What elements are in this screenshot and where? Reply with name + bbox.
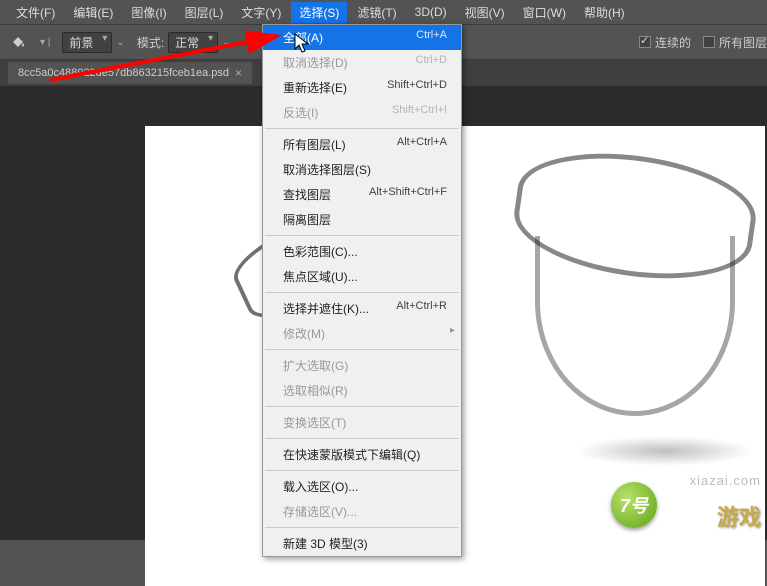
foreground-value[interactable]: 前景 <box>62 32 112 53</box>
menu-edit[interactable]: 编辑(E) <box>65 2 121 23</box>
menu-filter[interactable]: 滤镜(T) <box>349 2 404 23</box>
menu-separator <box>265 292 459 293</box>
all-layers-label: 所有图层 <box>719 34 767 51</box>
menu-file[interactable]: 文件(F) <box>8 2 63 23</box>
close-tab-icon[interactable]: × <box>235 66 242 80</box>
menu-item-label: 焦点区域(U)... <box>283 268 358 285</box>
all-layers-checkbox[interactable]: 所有图层 <box>703 34 767 51</box>
menu-item-label: 载入选区(O)... <box>283 478 358 495</box>
chevron-down-icon: ⌄ <box>116 37 124 48</box>
menu-item[interactable]: 取消选择图层(S) <box>263 157 461 182</box>
glass-right-illustration <box>515 156 765 456</box>
menu-item-label: 扩大选取(G) <box>283 357 348 374</box>
document-tab-title: 8cc5a0c488922de57db863215fceb1ea.psd <box>18 67 229 79</box>
mode-value[interactable]: 正常 <box>168 32 218 53</box>
continuous-checkbox[interactable]: 连续的 <box>639 34 691 51</box>
menu-item-shortcut: Ctrl+D <box>416 54 447 71</box>
menu-item: 选取相似(R) <box>263 378 461 403</box>
menu-separator <box>265 349 459 350</box>
menu-item[interactable]: 焦点区域(U)... <box>263 264 461 289</box>
menu-item-shortcut: Alt+Ctrl+R <box>396 300 447 317</box>
menu-3d[interactable]: 3D(D) <box>407 3 455 21</box>
menu-item[interactable]: 查找图层 Alt+Shift+Ctrl+F <box>263 182 461 207</box>
menu-item: 变换选区(T) <box>263 410 461 435</box>
menu-item-shortcut: Shift+Ctrl+I <box>392 104 447 121</box>
menu-help[interactable]: 帮助(H) <box>576 2 633 23</box>
menu-view[interactable]: 视图(V) <box>457 2 513 23</box>
menu-item-label: 所有图层(L) <box>283 136 346 153</box>
tool-preset-chevron-icon[interactable]: ▾ | <box>40 37 50 48</box>
menu-item-label: 变换选区(T) <box>283 414 346 431</box>
menu-select[interactable]: 选择(S) <box>291 2 347 23</box>
watermark-url: xiazai.com <box>690 473 761 488</box>
document-tab[interactable]: 8cc5a0c488922de57db863215fceb1ea.psd × <box>8 62 252 84</box>
menu-window[interactable]: 窗口(W) <box>515 2 574 23</box>
menu-item-label: 在快速蒙版模式下编辑(Q) <box>283 446 420 463</box>
menu-separator <box>265 235 459 236</box>
menu-separator <box>265 438 459 439</box>
menu-item-label: 选取相似(R) <box>283 382 348 399</box>
watermark-badge-text: 7号 <box>611 482 657 528</box>
chevron-down-icon: ⌄ <box>222 37 230 48</box>
checkbox-icon[interactable] <box>703 36 715 48</box>
menu-image[interactable]: 图像(I) <box>123 2 174 23</box>
menu-item: 存储选区(V)... <box>263 499 461 524</box>
select-menu-dropdown: 全部(A) Ctrl+A 取消选择(D) Ctrl+D 重新选择(E) Shift+Ctr… <box>262 24 462 557</box>
menu-item[interactable]: 在快速蒙版模式下编辑(Q) <box>263 442 461 467</box>
menu-item-label: 选择并遮住(K)... <box>283 300 369 317</box>
menu-separator <box>265 128 459 129</box>
menu-item[interactable]: 选择并遮住(K)... Alt+Ctrl+R <box>263 296 461 321</box>
watermark-main: 游戏 <box>717 500 761 532</box>
menu-item-shortcut: Shift+Ctrl+D <box>387 79 447 96</box>
menu-item-label: 取消选择(D) <box>283 54 348 71</box>
menu-item-shortcut: Ctrl+A <box>416 29 447 46</box>
menu-item: 反选(I) Shift+Ctrl+I <box>263 100 461 125</box>
menu-item-label: 修改(M) <box>283 325 325 342</box>
menu-item-label: 查找图层 <box>283 186 331 203</box>
menu-item[interactable]: 重新选择(E) Shift+Ctrl+D <box>263 75 461 100</box>
menu-item-shortcut: Alt+Shift+Ctrl+F <box>369 186 447 203</box>
menu-layer[interactable]: 图层(L) <box>177 2 232 23</box>
menu-item[interactable]: 载入选区(O)... <box>263 474 461 499</box>
foreground-combo[interactable]: 前景 ⌄ <box>62 32 124 53</box>
checkbox-icon[interactable] <box>639 36 651 48</box>
menu-item-label: 存储选区(V)... <box>283 503 357 520</box>
menu-item-label: 重新选择(E) <box>283 79 347 96</box>
menu-item[interactable]: 所有图层(L) Alt+Ctrl+A <box>263 132 461 157</box>
menu-item: 扩大选取(G) <box>263 353 461 378</box>
menu-item-label: 色彩范围(C)... <box>283 243 358 260</box>
menu-item-label: 反选(I) <box>283 104 318 121</box>
menu-item: 取消选择(D) Ctrl+D <box>263 50 461 75</box>
menu-separator <box>265 406 459 407</box>
mode-label: 模式: <box>137 34 164 51</box>
menu-item[interactable]: 全部(A) Ctrl+A <box>263 25 461 50</box>
menu-item-label: 取消选择图层(S) <box>283 161 371 178</box>
menubar: 文件(F) 编辑(E) 图像(I) 图层(L) 文字(Y) 选择(S) 滤镜(T… <box>0 0 767 24</box>
menu-item-label: 全部(A) <box>283 29 323 46</box>
menu-item[interactable]: 色彩范围(C)... <box>263 239 461 264</box>
menu-item-label: 新建 3D 模型(3) <box>283 535 368 552</box>
menu-item: 修改(M) <box>263 321 461 346</box>
watermark-logo: 7号 <box>611 482 657 528</box>
menu-separator <box>265 527 459 528</box>
menu-separator <box>265 470 459 471</box>
mode-combo[interactable]: 模式: 正常 ⌄ <box>137 32 231 53</box>
menu-item-label: 隔离图层 <box>283 211 331 228</box>
bucket-tool-icon[interactable] <box>8 32 28 52</box>
menu-item[interactable]: 新建 3D 模型(3) <box>263 531 461 556</box>
menu-type[interactable]: 文字(Y) <box>233 2 289 23</box>
menu-item-shortcut: Alt+Ctrl+A <box>397 136 447 153</box>
menu-item[interactable]: 隔离图层 <box>263 207 461 232</box>
continuous-label: 连续的 <box>655 34 691 51</box>
